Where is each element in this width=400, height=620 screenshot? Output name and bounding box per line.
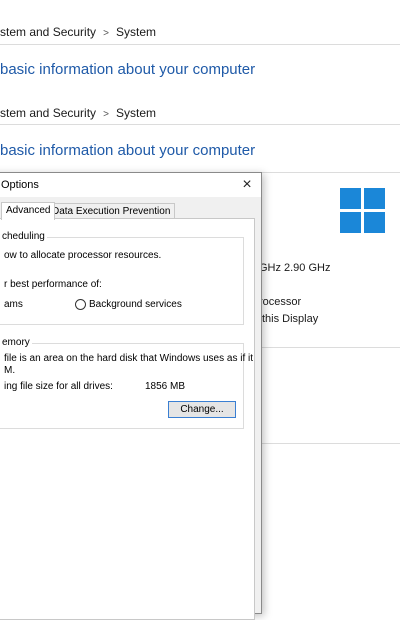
breadcrumb: stem and Security > System — [0, 25, 156, 39]
group-label: cheduling — [0, 231, 47, 242]
paging-file-size-label: ing file size for all drives: — [4, 381, 113, 392]
chevron-right-icon: > — [103, 28, 109, 39]
breadcrumb-item-system[interactable]: System — [116, 106, 156, 120]
pen-touch-info: this Display — [262, 313, 319, 325]
radio-programs-label[interactable]: ams — [4, 299, 23, 310]
divider — [260, 347, 400, 348]
breadcrumb-item-security[interactable]: stem and Security — [0, 106, 96, 120]
group-label: emory — [0, 337, 32, 348]
windows-logo-icon — [340, 188, 386, 234]
cpu-speed: 2.90 GHz — [284, 262, 331, 274]
divider — [260, 443, 400, 444]
paging-file-size-value: 1856 MB — [145, 381, 186, 392]
virtual-memory-description: file is an area on the hard disk that Wi… — [4, 353, 254, 364]
breadcrumb-item-security[interactable]: stem and Security — [0, 25, 96, 39]
divider — [0, 124, 400, 125]
page-title: basic information about your computer — [0, 142, 256, 159]
scheduling-description: ow to allocate processor resources. — [4, 250, 162, 261]
breadcrumb: stem and Security > System — [0, 106, 156, 120]
change-button[interactable]: Change... — [168, 401, 236, 418]
performance-options-dialog: Options × Advanced Data Execution Preven… — [0, 172, 262, 620]
tab-panel-advanced: cheduling ow to allocate processor resou… — [0, 218, 255, 620]
page-title: basic information about your computer — [0, 61, 256, 78]
scheduling-prompt: r best performance of: — [4, 279, 102, 290]
radio-background-services-label[interactable]: Background services — [89, 299, 182, 310]
processor-type: rocessor — [259, 296, 302, 308]
radio-background-services[interactable] — [75, 299, 86, 310]
chevron-right-icon: > — [103, 109, 109, 120]
dialog-title-bar[interactable]: Options × — [0, 173, 261, 197]
dialog-title: Options — [1, 179, 39, 191]
cpu-speed-partial: GHz — [259, 262, 281, 274]
breadcrumb-item-system[interactable]: System — [116, 25, 156, 39]
virtual-memory-description-cont: M. — [4, 365, 16, 376]
divider — [0, 44, 400, 45]
tab-data-execution-prevention[interactable]: Data Execution Prevention — [47, 203, 176, 219]
tab-advanced[interactable]: Advanced — [1, 202, 56, 220]
close-icon[interactable]: × — [237, 175, 257, 195]
